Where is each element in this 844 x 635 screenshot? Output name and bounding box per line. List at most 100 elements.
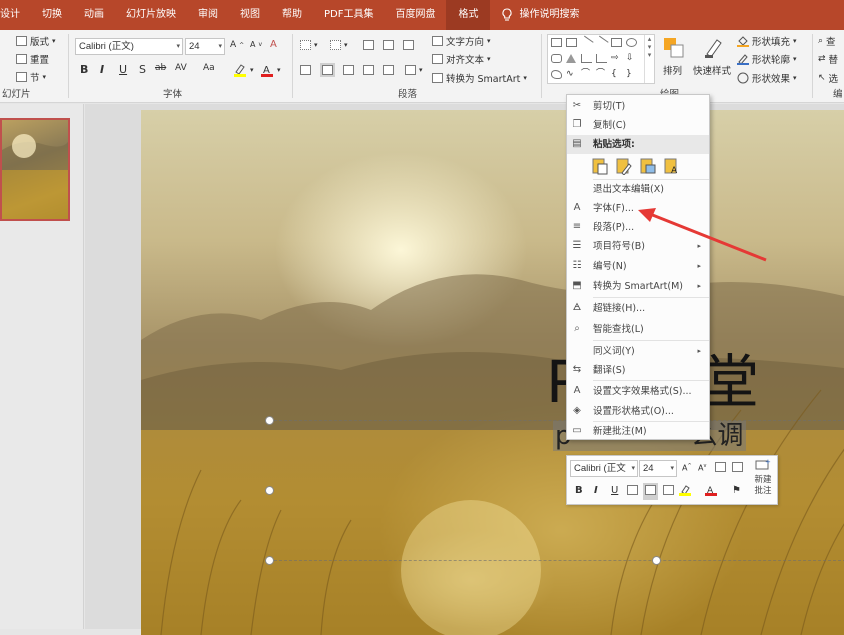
justify-button[interactable] [363,65,374,75]
new-comment-line2: 批注 [754,486,772,496]
shape-outline-button[interactable]: 形状轮廓 ▾ [737,52,797,66]
bold-button[interactable]: B [80,63,88,76]
char-spacing-button[interactable]: AV [175,63,187,73]
tell-me-search[interactable]: 操作说明搜索 [490,0,590,30]
line-spacing-button[interactable] [403,40,414,50]
mini-increase-indent-button[interactable] [732,462,743,475]
mini-align-right-button[interactable] [663,485,674,498]
align-right-button[interactable] [343,65,354,75]
paste-use-destination-icon[interactable] [615,157,632,175]
menu-item-new-comment[interactable]: ▭ 新建批注(M) [567,422,709,441]
select-button[interactable]: ↖ 选 [818,71,838,85]
layout-button[interactable]: 版式 ▾ [16,34,56,48]
replace-icon: ⇄ [818,54,826,64]
clear-format-button[interactable]: A [270,39,277,50]
shrink-font-button[interactable]: Av [250,40,262,49]
tab-pdf-tools[interactable]: PDF工具集 [313,0,384,30]
gallery-scroll[interactable]: ▴ ▾ ▾ [644,35,654,83]
menu-item-text-effects[interactable]: A 设置文字效果格式(S)... [567,382,709,401]
bullets-button[interactable]: ▾ [300,40,318,50]
italic-button[interactable]: I [100,63,104,76]
underline-button[interactable]: U [119,63,127,76]
slide-canvas[interactable]: P堂 p 么调 [141,110,844,635]
mini-font-size-combo[interactable]: 24 ▾ [639,460,677,477]
mini-new-comment-button[interactable]: + 新建 批注 [749,458,777,504]
tab-baidu-netdisk[interactable]: 百度网盘 [384,0,446,30]
arrange-icon [664,38,684,58]
menu-item-translate[interactable]: ⇆ 翻译(S) [567,361,709,380]
section-button[interactable]: 节 ▾ [16,70,46,84]
reset-button[interactable]: 重置 [16,52,49,66]
paste-keep-source-icon[interactable] [591,157,608,175]
numbering-button[interactable]: ▾ [330,40,348,50]
menu-item-smart-lookup[interactable]: ⌕ 智能查找(L) [567,320,709,339]
slide-thumbnail-pane [0,104,84,629]
synonyms-label: 同义词(Y) [593,346,635,357]
font-color-button[interactable]: A ▾ [260,63,281,77]
highlight-color-button[interactable]: ▾ [233,63,254,77]
align-center-icon [322,65,333,75]
resize-handle[interactable] [265,416,274,425]
tab-review[interactable]: 审阅 [187,0,229,30]
change-case-button[interactable]: Aa [203,63,215,73]
shape-fill-button[interactable]: 形状填充 ▾ [737,34,797,48]
convert-smartart-button[interactable]: 转换为 SmartArt ▾ [432,71,527,85]
tab-transitions[interactable]: 切换 [31,0,73,30]
mini-bold-button[interactable]: B [575,485,583,496]
menu-item-copy[interactable]: ❐ 复制(C) [567,116,709,135]
shape-effects-button[interactable]: 形状效果 ▾ [737,71,797,85]
layout-label: 版式 [30,37,50,48]
menu-item-shape-format[interactable]: ◈ 设置形状格式(O)... [567,402,709,421]
mini-align-center-button[interactable] [643,483,658,500]
strikethrough-button[interactable]: ab [155,63,166,73]
tab-format[interactable]: 格式 [446,0,491,30]
mini-highlight-button[interactable] [679,484,691,499]
mini-shrink-font-button[interactable]: Av [698,463,706,473]
menu-item-synonyms[interactable]: 同义词(Y) ▸ [567,342,709,361]
increase-indent-button[interactable] [383,40,394,50]
mini-italic-button[interactable]: I [594,485,598,496]
menu-item-convert-smartart[interactable]: ⬒ 转换为 SmartArt(M) ▸ [567,277,709,296]
mini-format-painter-button[interactable]: ⚑ [732,485,741,496]
find-button[interactable]: ⌕ 查 [818,34,836,48]
tab-design[interactable]: 设计 [0,0,31,30]
replace-button[interactable]: ⇄ 替 [818,52,838,66]
slide-thumbnail[interactable] [0,118,70,221]
align-left-button[interactable] [300,65,311,75]
mini-decrease-indent-button[interactable] [715,462,726,475]
align-text-button[interactable]: 对齐文本 ▾ [432,52,491,66]
comment-icon: ▭ [572,425,582,436]
shadow-button[interactable]: S [139,63,146,76]
tab-animations[interactable]: 动画 [73,0,115,30]
resize-handle[interactable] [652,556,661,565]
textbox-border [269,420,844,421]
font-name-combo[interactable]: Calibri (正文) ▾ [75,38,183,55]
paste-text-only-icon[interactable]: A [663,157,680,175]
arrange-button[interactable]: 排列 [663,63,682,77]
mini-underline-button[interactable]: U [611,485,618,496]
text-direction-button[interactable]: 文字方向 ▾ [432,34,491,48]
font-size-combo[interactable]: 24 ▾ [185,38,225,55]
tab-slideshow[interactable]: 幻灯片放映 [115,0,187,30]
menu-item-cut[interactable]: ✂ 剪切(T) [567,97,709,116]
svg-text:+: + [765,458,771,466]
mini-font-color-button[interactable]: A [705,484,717,499]
decrease-indent-button[interactable] [363,40,374,50]
paste-picture-icon[interactable] [639,157,656,175]
columns-button[interactable]: ▾ [405,65,423,75]
mini-font-name-combo[interactable]: Calibri (正文 ▾ [570,460,638,477]
tab-view[interactable]: 视图 [229,0,271,30]
menu-item-hyperlink[interactable]: 🜁 超链接(H)... [567,299,709,318]
mini-grow-font-button[interactable]: A^ [682,463,692,473]
resize-handle[interactable] [265,556,274,565]
quick-styles-button[interactable]: 快速样式 [693,63,731,77]
align-center-button[interactable] [320,63,335,77]
distribute-button[interactable] [383,65,394,75]
mini-align-left-button[interactable] [627,485,638,498]
submenu-arrow-icon: ▸ [697,347,701,355]
tab-help[interactable]: 帮助 [271,0,313,30]
resize-handle[interactable] [265,486,274,495]
menu-item-exit-edit[interactable]: 退出文本编辑(X) [567,180,709,199]
shapes-gallery[interactable]: ⇨ ⇩ ∿ ⌒ ⌒ { } ▴ ▾ ▾ [547,34,655,84]
grow-font-button[interactable]: A ^ [230,40,244,50]
